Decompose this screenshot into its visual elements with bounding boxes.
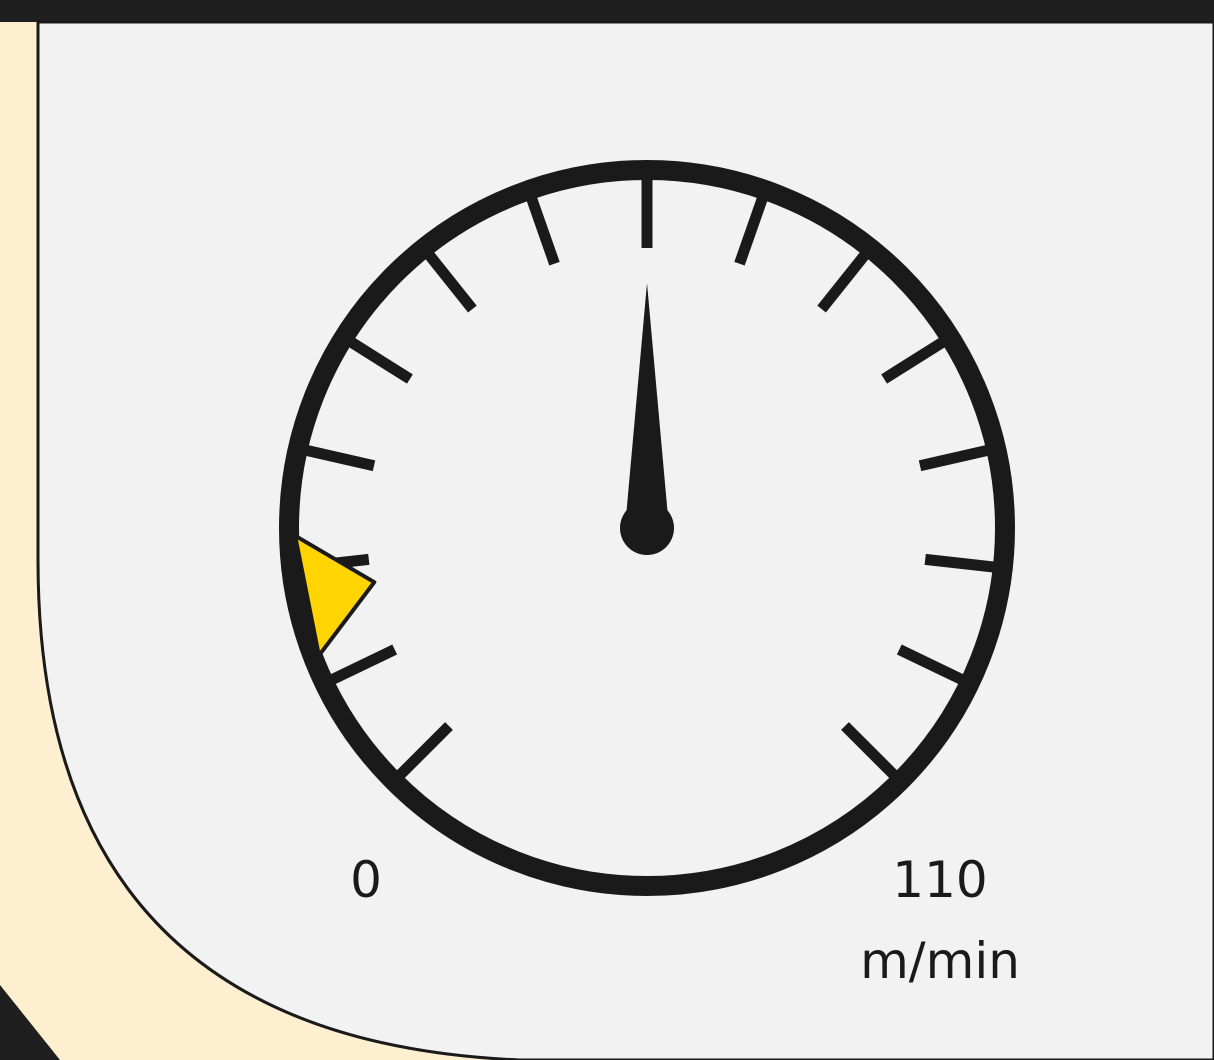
gauge-max-label: 110 xyxy=(892,851,987,909)
gauge-needle-hub xyxy=(620,501,674,555)
gauge-unit-label: m/min xyxy=(860,932,1020,990)
speed-gauge-illustration: 0 110 m/min xyxy=(0,0,1214,1060)
gauge-min-label: 0 xyxy=(350,851,382,909)
top-frame-bar xyxy=(0,0,1214,22)
speed-gauge-screen: 0 110 m/min xyxy=(0,0,1214,1060)
